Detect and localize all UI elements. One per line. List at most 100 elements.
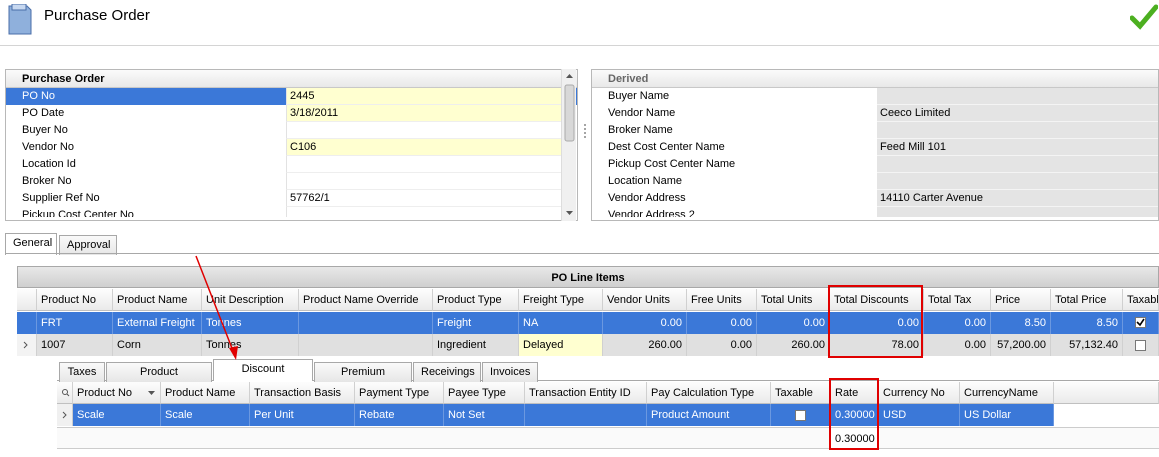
po-date-field[interactable]: 3/18/2011 <box>286 105 563 122</box>
table-cell[interactable]: 8.50 <box>991 312 1051 334</box>
panel-splitter[interactable] <box>580 69 590 221</box>
unchecked-checkbox-icon[interactable] <box>1135 339 1146 351</box>
field-row-po-no[interactable]: PO No 2445 <box>6 88 577 105</box>
table-cell[interactable]: External Freight <box>113 312 202 334</box>
field-row-buyer-no[interactable]: Buyer No <box>6 122 577 139</box>
field-row-location-id[interactable]: Location Id <box>6 156 577 173</box>
checkmark-icon[interactable] <box>1130 4 1158 30</box>
column-header[interactable]: Transaction Basis <box>250 382 355 404</box>
taxable-checkbox[interactable] <box>1123 312 1159 334</box>
column-header[interactable]: Product Name Override <box>299 289 433 311</box>
table-cell[interactable]: US Dollar <box>960 404 1054 426</box>
field-row-supplier-ref[interactable]: Supplier Ref No 57762/1 <box>6 190 577 207</box>
column-header[interactable]: Total Price <box>1051 289 1123 311</box>
tab-taxes[interactable]: Taxes <box>59 362 105 382</box>
tab-invoices[interactable]: Invoices <box>482 362 538 382</box>
field-label: Vendor Address <box>608 192 686 204</box>
taxable-checkbox[interactable] <box>1123 334 1159 356</box>
column-header[interactable]: Taxable <box>771 382 831 404</box>
column-header[interactable]: Free Units <box>687 289 757 311</box>
buyer-no-field[interactable] <box>286 122 563 139</box>
column-header[interactable]: Product Name <box>113 289 202 311</box>
derived-row: Pickup Cost Center Name <box>592 156 1158 173</box>
tab-premium-addons[interactable]: Premium AddOns <box>314 362 412 396</box>
table-cell[interactable]: 57,200.00 <box>991 334 1051 356</box>
taxable-checkbox[interactable] <box>771 404 831 426</box>
annotation-arrow-icon <box>195 255 238 360</box>
unchecked-checkbox-icon[interactable] <box>795 409 806 421</box>
field-label: PO No <box>22 90 56 102</box>
column-header[interactable]: Taxable <box>1123 289 1159 311</box>
column-header[interactable]: Payee Type <box>444 382 525 404</box>
search-icon-cell[interactable] <box>57 382 73 404</box>
table-cell[interactable]: 0.00 <box>757 312 830 334</box>
field-row-broker-no[interactable]: Broker No <box>6 173 577 190</box>
column-header[interactable]: Product No <box>73 382 161 404</box>
checked-checkbox-icon[interactable] <box>1135 316 1146 328</box>
table-cell[interactable]: 260.00 <box>603 334 687 356</box>
field-label: Buyer Name <box>608 90 670 102</box>
table-cell[interactable]: Freight <box>433 312 519 334</box>
table-cell[interactable]: Ingredient <box>433 334 519 356</box>
column-header[interactable]: Payment Type <box>355 382 444 404</box>
table-cell[interactable] <box>525 404 647 426</box>
search-icon <box>62 389 70 397</box>
supplier-ref-field[interactable]: 57762/1 <box>286 190 563 207</box>
row-expander[interactable] <box>57 404 73 426</box>
column-header[interactable]: Currency No <box>879 382 960 404</box>
column-header[interactable]: Product Name <box>161 382 250 404</box>
table-row[interactable]: 1007 Corn Tonnes Ingredient Delayed 260.… <box>17 334 1159 357</box>
table-cell[interactable]: Delayed <box>519 334 603 356</box>
table-cell[interactable]: 0.00 <box>924 334 991 356</box>
table-cell[interactable]: 57,132.40 <box>1051 334 1123 356</box>
table-cell[interactable]: 8.50 <box>1051 312 1123 334</box>
column-header[interactable]: Price <box>991 289 1051 311</box>
table-cell[interactable]: 0.00 <box>603 312 687 334</box>
field-row-po-date[interactable]: PO Date 3/18/2011 <box>6 105 577 122</box>
table-cell[interactable]: Product Amount <box>647 404 771 426</box>
table-cell[interactable]: Rebate <box>355 404 444 426</box>
column-header[interactable]: Product Type <box>433 289 519 311</box>
location-id-field[interactable] <box>286 156 563 173</box>
pickup-cost-center-field[interactable] <box>286 207 563 217</box>
table-cell[interactable]: FRT <box>37 312 113 334</box>
tab-general[interactable]: General <box>5 233 57 255</box>
table-cell[interactable]: Scale <box>161 404 250 426</box>
tab-receivings[interactable]: Receivings <box>413 362 481 382</box>
vendor-no-field[interactable]: C106 <box>286 139 563 156</box>
po-no-field[interactable]: 2445 <box>286 88 563 105</box>
table-cell[interactable]: Not Set <box>444 404 525 426</box>
table-cell[interactable]: NA <box>519 312 603 334</box>
column-header[interactable]: Total Tax <box>924 289 991 311</box>
table-row[interactable]: FRT External Freight Tonnes Freight NA 0… <box>17 312 1159 334</box>
column-header[interactable]: Pay Calculation Type <box>647 382 771 404</box>
field-row-vendor-no[interactable]: Vendor No C106 <box>6 139 577 156</box>
table-cell[interactable]: 0.00 <box>687 312 757 334</box>
table-cell[interactable]: Per Unit <box>250 404 355 426</box>
column-header[interactable]: Vendor Units <box>603 289 687 311</box>
table-cell[interactable] <box>299 312 433 334</box>
table-cell[interactable]: 1007 <box>37 334 113 356</box>
column-header[interactable]: Freight Type <box>519 289 603 311</box>
document-icon <box>8 4 32 35</box>
vendor-address-2-value <box>877 207 1158 217</box>
derived-row: Buyer Name <box>592 88 1158 105</box>
field-row-pickup-cost-center[interactable]: Pickup Cost Center No <box>6 207 577 217</box>
table-cell[interactable]: Scale <box>73 404 161 426</box>
table-row[interactable]: Scale Scale Per Unit Rebate Not Set Prod… <box>57 404 1159 426</box>
table-cell[interactable] <box>299 334 433 356</box>
tab-product-assurance[interactable]: Product Assurance <box>106 362 212 396</box>
table-cell[interactable]: 0.00 <box>924 312 991 334</box>
table-cell[interactable]: Corn <box>113 334 202 356</box>
table-cell[interactable]: 0.00 <box>687 334 757 356</box>
column-header[interactable]: Total Units <box>757 289 830 311</box>
broker-no-field[interactable] <box>286 173 563 190</box>
column-header[interactable]: Product No <box>37 289 113 311</box>
column-header[interactable]: CurrencyName <box>960 382 1054 404</box>
tab-approval[interactable]: Approval <box>59 235 117 255</box>
column-header[interactable]: Transaction Entity ID <box>525 382 647 404</box>
table-cell[interactable]: 260.00 <box>757 334 830 356</box>
vertical-scrollbar[interactable] <box>561 69 576 221</box>
row-expander[interactable] <box>17 334 37 356</box>
table-cell[interactable]: USD <box>879 404 960 426</box>
